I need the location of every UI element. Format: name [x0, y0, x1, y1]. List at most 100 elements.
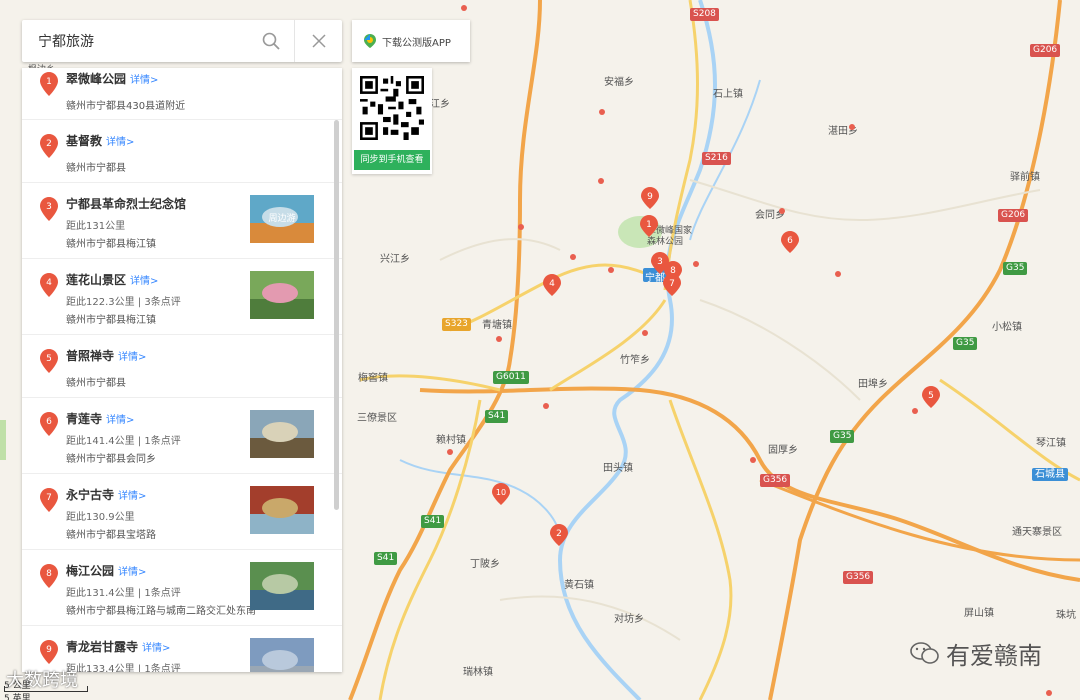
detail-link[interactable]: 详情> [106, 137, 134, 148]
result-item[interactable]: 4 莲花山景区 详情> 距此122.3公里 | 3条点评 赣州市宁都县梅江镇 [22, 259, 342, 335]
place-label: 对坊乡 [614, 614, 644, 625]
poi-dot[interactable] [1046, 690, 1052, 696]
map-pin-6[interactable]: 6 [781, 231, 799, 253]
result-item[interactable]: 8 梅江公园 详情> 距此131.4公里 | 1条点评 赣州市宁都县梅江路与城南二路交汇… [22, 550, 342, 626]
qr-caption[interactable]: 同步到手机查看 [354, 150, 430, 170]
result-title-text[interactable]: 翠微峰公园 [66, 72, 126, 86]
road-shield: G356 [843, 571, 874, 584]
road-shield: S216 [702, 152, 731, 165]
place-label: 青塘镇 [482, 320, 512, 331]
place-label: 琴江镇 [1036, 438, 1066, 449]
clear-button[interactable] [294, 20, 342, 62]
detail-link[interactable]: 详情> [118, 567, 146, 578]
map-pin-9[interactable]: 9 [641, 187, 659, 209]
road-shield: G206 [998, 209, 1029, 222]
search-box: 宁都旅游 [22, 20, 342, 62]
detail-link[interactable]: 详情> [142, 643, 170, 654]
result-thumbnail[interactable] [250, 638, 314, 672]
result-item[interactable]: 3 宁都县革命烈士纪念馆 距此131公里 赣州市宁都县梅江镇 周边游 [22, 183, 342, 259]
poi-dot[interactable] [750, 457, 756, 463]
poi-dot[interactable] [447, 449, 453, 455]
result-item[interactable]: 2 基督教 详情> 赣州市宁都县 [22, 120, 342, 183]
map-pin-7[interactable]: 7 [663, 274, 681, 296]
result-title[interactable]: 普照禅寺 详情> [66, 347, 342, 364]
poi-dot[interactable] [779, 208, 785, 214]
road-shield: S41 [374, 552, 398, 565]
qr-code [360, 76, 424, 140]
poi-dot[interactable] [518, 224, 524, 230]
search-input[interactable]: 宁都旅游 [22, 31, 248, 51]
map-pin-1[interactable]: 1 [640, 215, 658, 237]
place-label: 瑞林镇 [463, 667, 493, 678]
svg-text:9: 9 [46, 645, 52, 655]
place-label: 石城县 [1032, 468, 1068, 481]
result-item[interactable]: 5 普照禅寺 详情> 赣州市宁都县 [22, 335, 342, 398]
poi-dot[interactable] [693, 261, 699, 267]
poi-dot[interactable] [461, 5, 467, 11]
detail-link[interactable]: 详情> [130, 75, 158, 86]
result-title-text[interactable]: 青龙岩甘露寺 [66, 640, 138, 654]
map-pin-5[interactable]: 5 [922, 386, 940, 408]
map-pin-4[interactable]: 4 [543, 274, 561, 296]
result-pin-icon: 6 [40, 412, 58, 436]
result-pin-icon: 3 [40, 197, 58, 221]
road-shield: G6011 [493, 371, 529, 384]
poi-dot[interactable] [543, 403, 549, 409]
result-title-text[interactable]: 青莲寺 [66, 412, 102, 426]
map-pin-10[interactable]: 10 [492, 483, 510, 505]
svg-text:6: 6 [787, 236, 793, 246]
map-pin-2[interactable]: 2 [550, 524, 568, 546]
place-label: 赖村镇 [436, 435, 466, 446]
poi-dot[interactable] [912, 408, 918, 414]
result-title-text[interactable]: 莲花山景区 [66, 273, 126, 287]
place-label: 田埠乡 [858, 379, 888, 390]
road-shield: G35 [830, 430, 855, 443]
svg-text:3: 3 [46, 202, 52, 212]
result-thumbnail[interactable] [250, 486, 314, 534]
poi-dot[interactable] [835, 271, 841, 277]
svg-text:周边游: 周边游 [268, 212, 295, 224]
place-label: 安福乡 [604, 77, 634, 88]
poi-dot[interactable] [570, 254, 576, 260]
poi-dot[interactable] [598, 178, 604, 184]
svg-text:5: 5 [46, 354, 52, 364]
poi-dot[interactable] [642, 330, 648, 336]
result-title[interactable]: 基督教 详情> [66, 132, 342, 149]
detail-link[interactable]: 详情> [118, 491, 146, 502]
poi-dot[interactable] [496, 336, 502, 342]
result-item[interactable]: 7 永宁古寺 详情> 距此130.9公里 赣州市宁都县宝塔路 [22, 474, 342, 550]
detail-link[interactable]: 详情> [118, 352, 146, 363]
result-address: 赣州市宁都县430县道附近 [66, 101, 186, 112]
result-item[interactable]: 1 翠微峰公园 详情> 赣州市宁都县430县道附近 [22, 68, 342, 120]
detail-link[interactable]: 详情> [106, 415, 134, 426]
search-results-panel[interactable]: 1 翠微峰公园 详情> 赣州市宁都县430县道附近 2 基督教 详情> 赣州市宁都县 3 宁都县革… [22, 68, 342, 672]
result-thumbnail[interactable] [250, 562, 314, 610]
poi-dot[interactable] [608, 267, 614, 273]
result-thumbnail[interactable] [250, 410, 314, 458]
result-thumbnail[interactable]: 周边游 [250, 195, 314, 243]
result-pin-icon: 7 [40, 488, 58, 512]
place-label: 丁陂乡 [470, 559, 500, 570]
poi-dot[interactable] [599, 109, 605, 115]
place-label: 屏山镇 [964, 608, 994, 619]
place-label: 驿前镇 [1010, 172, 1040, 183]
result-title-text[interactable]: 宁都县革命烈士纪念馆 [66, 197, 186, 211]
result-title-text[interactable]: 普照禅寺 [66, 349, 114, 363]
close-icon [311, 34, 326, 48]
poi-dot[interactable] [849, 124, 855, 130]
result-title-text[interactable]: 永宁古寺 [66, 488, 114, 502]
svg-text:1: 1 [646, 220, 652, 230]
result-pin-icon: 2 [40, 134, 58, 158]
watermark-text: 有爱赣南 [946, 642, 1042, 670]
search-button[interactable] [248, 20, 294, 62]
result-title-text[interactable]: 基督教 [66, 134, 102, 148]
result-item[interactable]: 6 青莲寺 详情> 距此141.4公里 | 1条点评 赣州市宁都县会同乡 [22, 398, 342, 474]
road-shield: G356 [760, 474, 791, 487]
place-label: 石上镇 [713, 89, 743, 100]
download-app-button[interactable]: 下载公测版APP [352, 20, 470, 62]
result-title-text[interactable]: 梅江公园 [66, 564, 114, 578]
scrollbar[interactable] [334, 120, 339, 510]
detail-link[interactable]: 详情> [130, 276, 158, 287]
result-thumbnail[interactable] [250, 271, 314, 319]
result-title[interactable]: 翠微峰公园 详情> [66, 70, 342, 87]
